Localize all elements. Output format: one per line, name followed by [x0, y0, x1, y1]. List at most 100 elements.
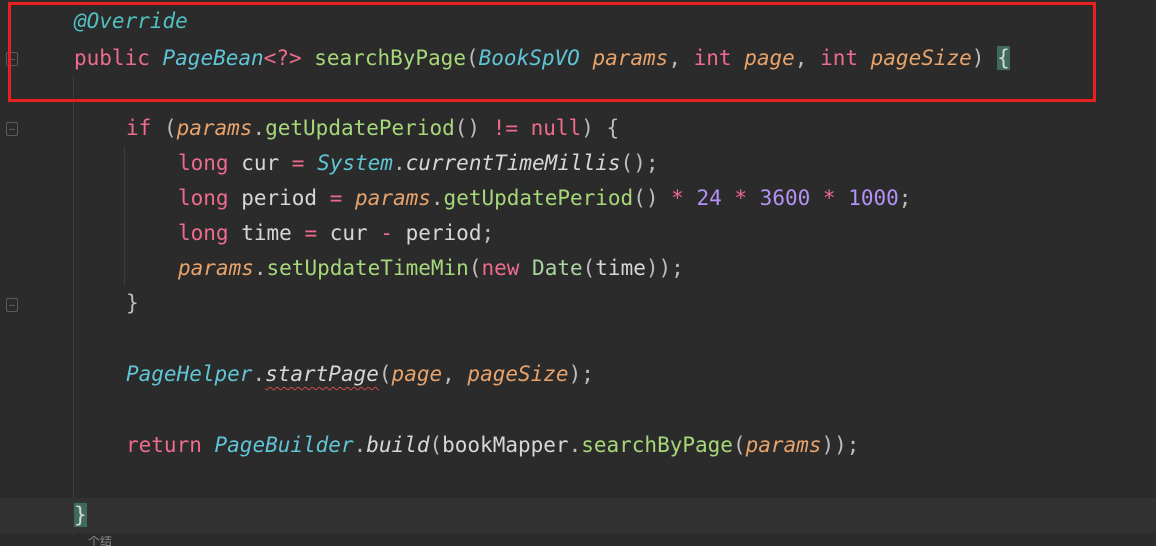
code-token: -	[380, 221, 406, 245]
code-token: 24	[696, 186, 735, 210]
code-text: long time = cur - period;	[178, 216, 494, 251]
code-token: if	[126, 116, 164, 140]
code-token: null	[518, 116, 582, 140]
code-token: page	[391, 362, 443, 386]
code-text: long period = params.getUpdatePeriod() *…	[178, 181, 911, 216]
code-line[interactable]: params.setUpdateTimeMin(new Date(time));	[0, 251, 1156, 286]
code-line[interactable]: long period = params.getUpdatePeriod() *…	[0, 181, 1156, 216]
code-token: =	[291, 151, 318, 175]
code-token: *	[734, 186, 760, 210]
code-text: long cur = System.currentTimeMillis();	[178, 146, 658, 181]
code-line[interactable]	[0, 76, 1156, 111]
code-token: ,	[442, 362, 468, 386]
code-token: ) {	[581, 116, 620, 140]
code-line[interactable]: @Override	[0, 4, 1156, 39]
code-token: }	[74, 503, 87, 527]
code-token: BookSpVO	[478, 46, 580, 70]
code-token: ,	[794, 46, 821, 70]
code-token: )	[971, 46, 998, 70]
code-token: @Override	[74, 9, 188, 33]
code-token: bookMapper	[442, 433, 569, 457]
code-token: int	[820, 46, 858, 70]
code-token: ()	[633, 186, 672, 210]
code-token: .	[253, 256, 267, 280]
code-token: =	[329, 186, 356, 210]
code-token: ));	[645, 256, 684, 280]
code-line[interactable]	[0, 463, 1156, 498]
code-line[interactable]	[0, 321, 1156, 356]
code-text: }	[126, 286, 139, 321]
code-token: .	[252, 116, 266, 140]
code-token: PageHelper	[126, 362, 253, 386]
code-token: ();	[620, 151, 659, 175]
code-token: .	[392, 151, 406, 175]
code-token: searchByPage	[301, 46, 466, 70]
code-token: params	[579, 46, 669, 70]
code-token: }	[126, 291, 139, 315]
code-token: *	[822, 186, 849, 210]
code-token: ,	[668, 46, 694, 70]
code-text: @Override	[74, 4, 188, 39]
code-token: long	[178, 151, 242, 175]
code-token: !=	[492, 116, 518, 140]
code-line[interactable]: public PageBean<?> searchByPage(BookSpVO…	[0, 41, 1156, 76]
code-token: *	[671, 186, 697, 210]
code-token: =	[304, 221, 330, 245]
code-editor[interactable]: @Override public PageBean<?> searchByPage…	[0, 0, 1156, 546]
code-line[interactable]: long time = cur - period;	[0, 216, 1156, 251]
code-line[interactable]: long cur = System.currentTimeMillis();	[0, 146, 1156, 181]
code-text: params.setUpdateTimeMin(new Date(time));	[178, 251, 684, 286]
code-token: page	[731, 46, 795, 70]
code-text: }	[74, 498, 87, 533]
code-text: public PageBean<?> searchByPage(BookSpVO…	[74, 41, 1010, 76]
code-text: PageHelper.startPage(page, pageSize);	[126, 357, 594, 392]
code-token: (	[465, 46, 479, 70]
code-token: params	[745, 433, 822, 457]
code-token: cur	[241, 151, 292, 175]
code-token: ));	[821, 433, 860, 457]
code-token: .	[353, 433, 367, 457]
code-token: return	[126, 433, 215, 457]
code-token: <?>	[263, 46, 302, 70]
code-line[interactable]: if (params.getUpdatePeriod() != null) {	[0, 111, 1156, 146]
code-token: PageBean	[162, 46, 264, 70]
code-token: startPage	[265, 362, 379, 386]
code-token: System	[317, 151, 393, 175]
code-text: return PageBuilder.build(bookMapper.sear…	[126, 428, 859, 463]
code-token: (	[468, 256, 482, 280]
code-token: long	[178, 221, 242, 245]
code-token: period	[241, 186, 330, 210]
code-token: .	[252, 362, 266, 386]
code-token: public	[74, 46, 163, 70]
code-token: {	[997, 46, 1010, 70]
code-token: long	[178, 186, 242, 210]
code-line[interactable]	[0, 392, 1156, 427]
code-token: getUpdatePeriod	[265, 116, 455, 140]
code-token: int	[693, 46, 732, 70]
code-token: params	[176, 116, 253, 140]
code-token: );	[568, 362, 594, 386]
code-token: 1000	[848, 186, 899, 210]
code-token: Date	[532, 256, 583, 280]
code-token: build	[366, 433, 430, 457]
code-token: PageBuilder	[214, 433, 354, 457]
code-token: (	[732, 433, 746, 457]
code-token: currentTimeMillis	[405, 151, 621, 175]
code-token: new	[481, 256, 533, 280]
code-token: ()	[454, 116, 493, 140]
code-line[interactable]: }	[0, 286, 1156, 321]
code-token: period	[405, 221, 482, 245]
code-token: time	[595, 256, 646, 280]
code-line[interactable]: return PageBuilder.build(bookMapper.sear…	[0, 428, 1156, 463]
code-token: setUpdateTimeMin	[266, 256, 469, 280]
code-token: .	[430, 186, 444, 210]
code-token: cur	[329, 221, 381, 245]
code-token: params	[178, 256, 254, 280]
bottom-peek-text: 个结	[88, 536, 113, 546]
code-token: ;	[481, 221, 495, 245]
code-token: time	[241, 221, 305, 245]
code-token: (	[429, 433, 443, 457]
code-line[interactable]: }	[0, 498, 1156, 533]
code-line[interactable]: PageHelper.startPage(page, pageSize);	[0, 357, 1156, 392]
code-token: getUpdatePeriod	[443, 186, 634, 210]
